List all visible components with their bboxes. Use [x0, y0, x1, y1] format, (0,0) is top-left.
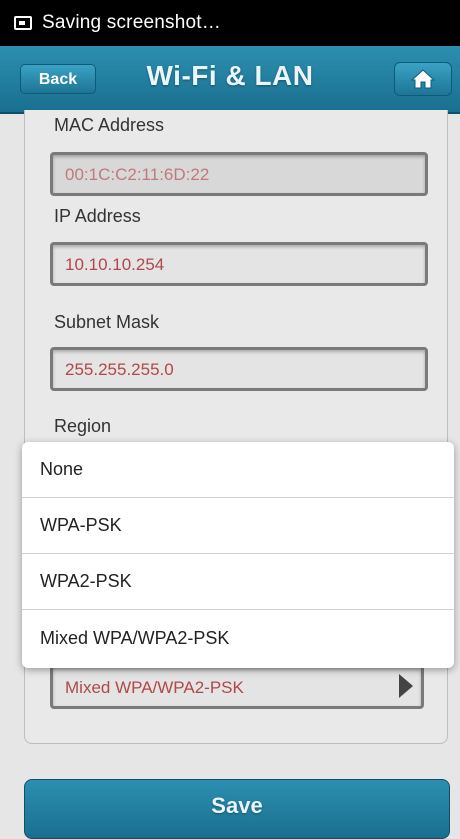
home-button[interactable] [394, 62, 452, 96]
security-select[interactable]: Mixed WPA/WPA2-PSK [50, 665, 424, 709]
subnet-mask-label: Subnet Mask [54, 312, 160, 332]
subnet-mask-field[interactable]: 255.255.255.0 [50, 347, 428, 391]
chevron-right-icon [399, 674, 413, 698]
status-bar: Saving screenshot… [0, 0, 460, 46]
ip-address-field[interactable]: 10.10.10.254 [50, 242, 428, 286]
mac-address-label: MAC Address [54, 115, 165, 135]
screenshot-icon [14, 16, 32, 30]
home-icon [410, 69, 436, 89]
option-wpa2-psk[interactable]: WPA2-PSK [22, 554, 454, 610]
page-title: Wi-Fi & LAN [146, 60, 314, 91]
security-options-popup: None WPA-PSK WPA2-PSK Mixed WPA/WPA2-PSK [22, 442, 454, 668]
security-select-value: Mixed WPA/WPA2-PSK [65, 678, 244, 697]
status-text: Saving screenshot… [42, 12, 221, 33]
option-wpa-psk[interactable]: WPA-PSK [22, 498, 454, 554]
ip-address-label: IP Address [54, 206, 141, 226]
region-label: Region [54, 416, 112, 436]
app-header: Back Wi-Fi & LAN [0, 46, 460, 114]
save-button[interactable]: Save [24, 779, 450, 839]
option-none[interactable]: None [22, 442, 454, 498]
option-mixed-wpa-wpa2-psk[interactable]: Mixed WPA/WPA2-PSK [22, 610, 454, 666]
mac-address-field: 00:1C:C2:11:6D:22 [50, 152, 428, 196]
